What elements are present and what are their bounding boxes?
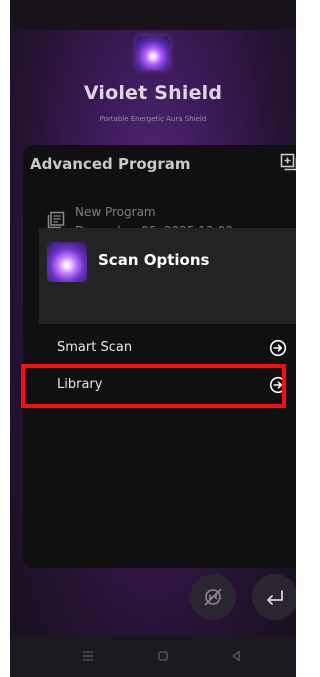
library-highlight-box — [21, 364, 286, 408]
app-title: Violet Shield — [83, 82, 223, 104]
return-button[interactable] — [252, 574, 296, 620]
advanced-program-panel: Advanced Program New Program December 06… — [23, 145, 296, 568]
no-touch-icon — [204, 588, 222, 606]
scan-options-label: Scan Options — [98, 251, 210, 269]
smart-scan-item[interactable]: Smart Scan — [39, 330, 296, 367]
scan-options-header: Scan Options — [39, 228, 296, 324]
navigation-bar — [10, 636, 296, 677]
document-list-icon — [47, 211, 65, 229]
app-logo — [136, 36, 170, 70]
arrow-circle-right-icon[interactable] — [269, 339, 287, 357]
back-triangle-icon[interactable] — [226, 646, 246, 666]
app-subtitle: Portable Energetic Aura Shield — [99, 115, 207, 123]
scan-options-thumbnail — [47, 242, 87, 282]
return-arrow-icon — [267, 590, 283, 605]
app-screen: Violet Shield Portable Energetic Aura Sh… — [10, 0, 296, 677]
smart-scan-label: Smart Scan — [57, 340, 133, 355]
menu-icon[interactable] — [78, 646, 98, 666]
panel-title: Advanced Program — [30, 155, 191, 173]
add-box-icon[interactable] — [280, 153, 296, 171]
no-touch-button[interactable] — [190, 574, 236, 620]
home-square-icon[interactable] — [153, 646, 173, 666]
program-name[interactable]: New Program — [75, 205, 156, 219]
status-bar — [10, 0, 296, 30]
